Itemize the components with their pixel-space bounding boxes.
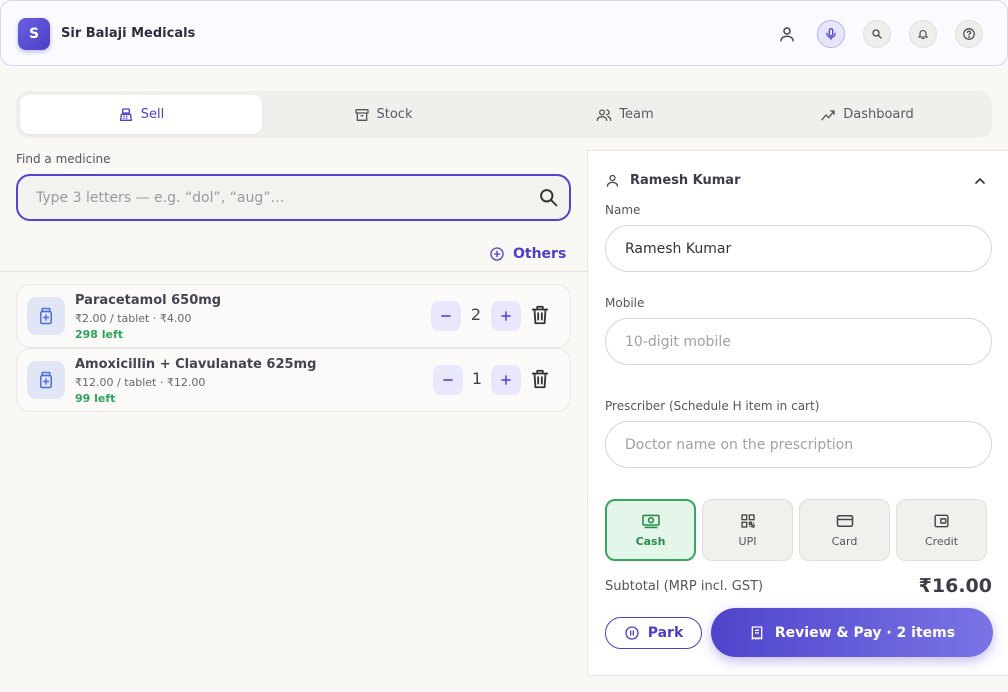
item-quantity: 2 (470, 305, 482, 324)
cash-icon (641, 514, 660, 528)
tab-dashboard[interactable]: Dashboard (746, 95, 988, 134)
box-icon (354, 108, 369, 121)
increase-qty-button[interactable] (491, 365, 521, 395)
trash-icon (531, 305, 549, 325)
trend-icon (821, 109, 835, 120)
prescriber-label: Prescriber (Schedule H item in cart) (605, 399, 820, 413)
find-medicine-label: Find a medicine (16, 152, 111, 166)
minus-icon (441, 315, 451, 317)
item-price: ₹2.00 / tablet · ₹4.00 (75, 312, 192, 325)
subtotal-value: ₹16.00 (918, 575, 992, 597)
tab-team[interactable]: Team (504, 95, 746, 134)
item-stock: 298 left (75, 328, 124, 341)
name-label: Name (605, 203, 641, 217)
pause-circle-icon (625, 626, 639, 640)
payment-upi[interactable]: UPI (702, 499, 793, 561)
card-icon (836, 514, 853, 527)
mic-icon (826, 28, 836, 40)
receipt-icon (751, 625, 763, 640)
increase-qty-button[interactable] (491, 301, 521, 331)
item-stock: 99 left (75, 392, 116, 405)
app-logo[interactable]: S (18, 18, 50, 50)
decrease-qty-button[interactable] (431, 301, 461, 331)
item-quantity: 1 (471, 369, 483, 388)
qr-icon (740, 513, 755, 528)
user-icon (606, 174, 619, 187)
wallet-icon (934, 514, 949, 527)
subtotal-label: Subtotal (MRP incl. GST) (605, 579, 764, 594)
users-icon (596, 108, 612, 121)
plus-icon (501, 375, 511, 385)
name-field (605, 225, 992, 272)
user-icon (780, 27, 794, 42)
minus-icon (443, 379, 453, 381)
others-button[interactable]: Others (489, 246, 566, 262)
divider (0, 271, 587, 272)
tab-sell[interactable]: Sell (20, 95, 262, 134)
pos-icon (119, 107, 132, 121)
voice-button[interactable] (817, 20, 845, 48)
mobile-field (605, 318, 992, 365)
search-icon[interactable] (538, 187, 559, 208)
medicine-search-box (16, 174, 571, 221)
item-price: ₹12.00 / tablet · ₹12.00 (75, 376, 206, 389)
remove-item-button[interactable] (529, 367, 551, 391)
remove-item-button[interactable] (529, 303, 551, 327)
name-input[interactable] (625, 226, 975, 271)
help-button[interactable] (955, 20, 983, 48)
review-pay-button[interactable]: Review & Pay · 2 items (711, 608, 993, 657)
decrease-qty-button[interactable] (433, 365, 463, 395)
payment-cash[interactable]: Cash (605, 499, 696, 561)
medicine-icon (27, 297, 65, 335)
prescriber-field (605, 421, 992, 468)
cart-item: Amoxicillin + Clavulanate 625mg ₹12.00 /… (16, 348, 571, 412)
park-button[interactable]: Park (605, 617, 702, 649)
header-search-button[interactable] (863, 20, 891, 48)
app-header: S Sir Balaji Medicals (0, 0, 1008, 66)
medicine-icon (27, 361, 65, 399)
cart-item: Paracetamol 650mg ₹2.00 / tablet · ₹4.00… (16, 284, 571, 348)
tab-stock[interactable]: Stock (262, 95, 504, 134)
payment-card[interactable]: Card (799, 499, 890, 561)
checkout-panel: Ramesh Kumar Name Mobile Prescriber (Sch… (587, 150, 1008, 676)
trash-icon (531, 369, 549, 389)
prescriber-input[interactable] (625, 422, 975, 467)
medicine-search-input[interactable] (36, 176, 526, 219)
main-tabs: Sell Stock Team Dashboard (16, 91, 992, 138)
payment-credit[interactable]: Credit (896, 499, 987, 561)
bell-icon (917, 30, 929, 40)
plus-icon (501, 311, 511, 321)
notifications-button[interactable] (909, 20, 937, 48)
search-icon (872, 29, 882, 39)
plus-circle-icon (490, 247, 504, 261)
item-name: Paracetamol 650mg (75, 293, 222, 308)
profile-button[interactable] (773, 20, 801, 48)
item-name: Amoxicillin + Clavulanate 625mg (75, 357, 317, 372)
help-icon (963, 28, 975, 40)
mobile-input[interactable] (625, 319, 975, 364)
app-title: Sir Balaji Medicals (61, 26, 196, 41)
customer-header[interactable]: Ramesh Kumar (605, 173, 741, 188)
chevron-up-icon[interactable] (972, 173, 988, 189)
mobile-label: Mobile (605, 296, 645, 310)
